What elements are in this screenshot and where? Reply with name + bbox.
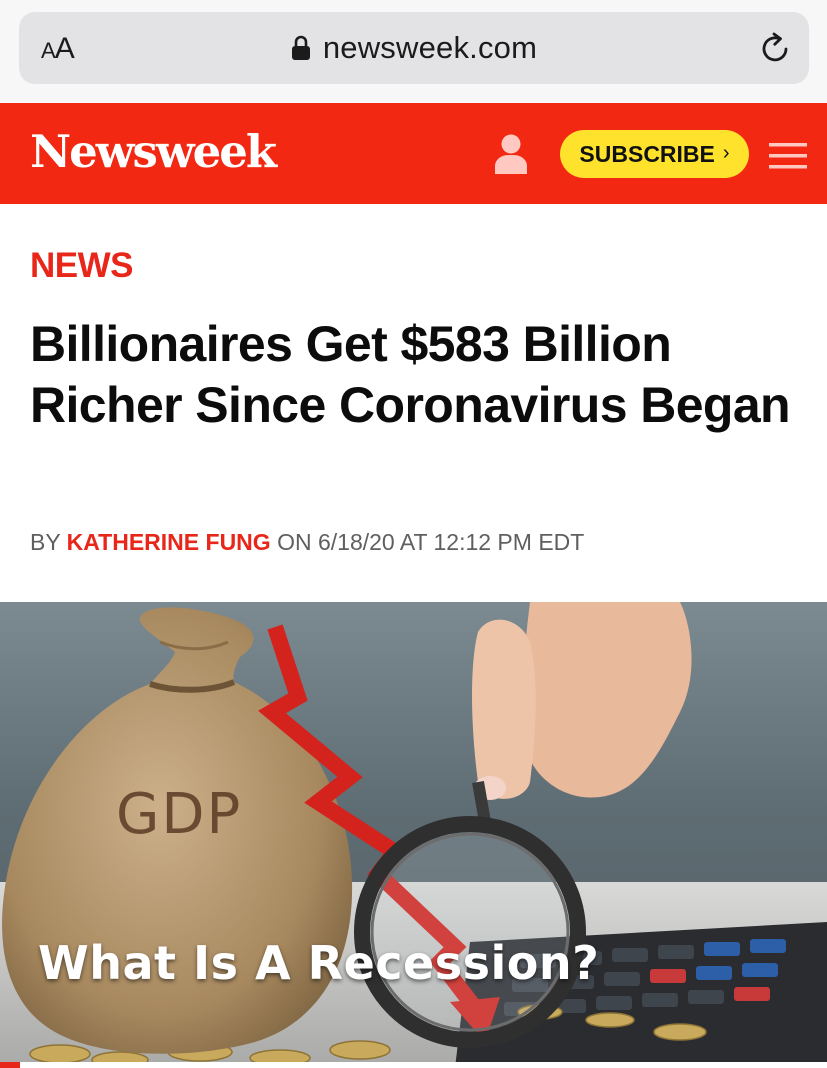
hero-caption: What Is A Recession? — [38, 936, 600, 990]
newsweek-logo[interactable]: Newsweek — [30, 125, 277, 178]
section-tag-news[interactable]: NEWS — [30, 246, 134, 286]
video-progress-fill — [0, 1062, 20, 1068]
browser-toolbar: AA newsweek.com — [0, 0, 827, 103]
menu-icon[interactable] — [769, 142, 807, 170]
bag-gdp-label: GDP — [116, 782, 243, 847]
url-display[interactable]: newsweek.com — [19, 28, 809, 68]
subscribe-label: SUBSCRIBE — [579, 140, 715, 167]
article-headline: Billionaires Get $583 Billion Richer Sin… — [30, 316, 791, 433]
lock-icon — [291, 35, 310, 60]
author-link[interactable]: KATHERINE FUNG — [67, 529, 271, 555]
url-text: newsweek.com — [322, 30, 538, 65]
magnifying-glass-image — [354, 780, 586, 1048]
hand-image — [472, 602, 692, 800]
address-bar[interactable]: AA newsweek.com — [19, 12, 809, 84]
hero-video-thumbnail[interactable]: GDP What Is A Recession? — [0, 602, 827, 1068]
video-progress-bar[interactable] — [0, 1062, 827, 1068]
byline-date: ON 6/18/20 AT 12:12 PM EDT — [277, 529, 585, 555]
chevron-right-icon: › — [722, 141, 730, 164]
article-byline: BY KATHERINE FUNG ON 6/18/20 AT 12:12 PM… — [30, 529, 584, 556]
site-header: Newsweek SUBSCRIBE › — [0, 103, 827, 204]
byline-prefix: BY — [30, 529, 61, 555]
reload-icon[interactable] — [757, 30, 793, 66]
user-icon[interactable] — [493, 133, 529, 175]
subscribe-button[interactable]: SUBSCRIBE › — [560, 130, 749, 178]
